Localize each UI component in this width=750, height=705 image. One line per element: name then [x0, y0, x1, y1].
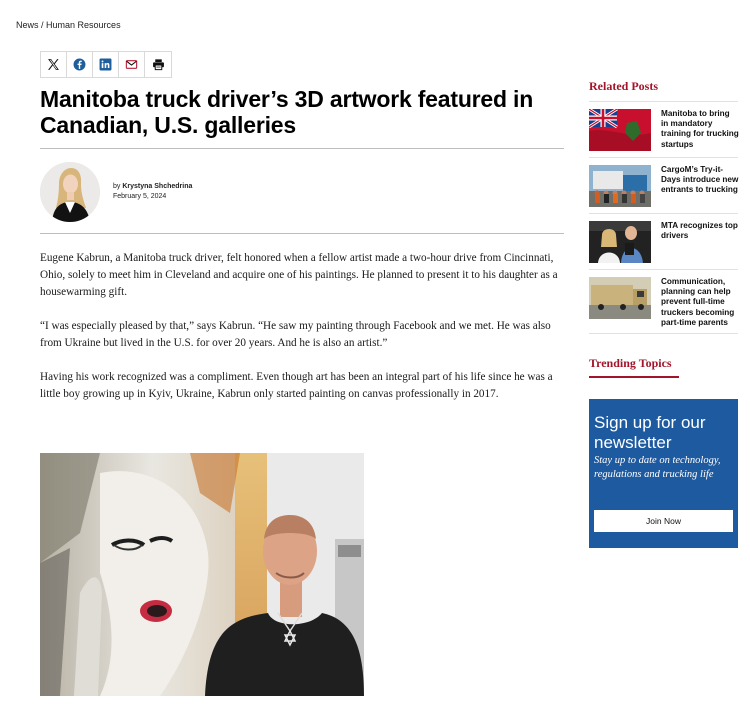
- post-title[interactable]: Manitoba to bring in mandatory training …: [661, 109, 739, 150]
- post-thumbnail: [589, 221, 651, 263]
- post-thumbnail: [589, 165, 651, 207]
- divider: [589, 213, 738, 214]
- linkedin-icon: [99, 58, 112, 71]
- article-paragraph: “I was especially pleased by that,” says…: [40, 320, 551, 349]
- article-paragraph: Eugene Kabrun, a Manitoba truck driver, …: [40, 252, 558, 298]
- newsletter-subtitle: Stay up to date on technology, regulatio…: [594, 455, 721, 480]
- related-post-item[interactable]: Communication, planning can help prevent…: [589, 277, 739, 327]
- publish-date: February 5, 2024: [113, 193, 167, 200]
- author-avatar: [40, 162, 100, 222]
- print-icon: [152, 59, 164, 71]
- mail-icon: [125, 60, 138, 69]
- newsletter-title: Sign up for our newsletter: [594, 413, 706, 452]
- x-icon: [48, 59, 59, 70]
- related-posts-heading: Related Posts: [589, 79, 658, 93]
- related-post-item[interactable]: Manitoba to bring in mandatory training …: [589, 109, 739, 151]
- post-title[interactable]: MTA recognizes top drivers: [661, 221, 739, 241]
- divider: [589, 157, 738, 158]
- divider: [589, 333, 738, 334]
- share-x-button[interactable]: [41, 52, 67, 77]
- post-thumbnail: [589, 277, 651, 319]
- breadcrumb: News / Human Resources: [16, 20, 121, 30]
- article-image: [40, 453, 364, 696]
- newsletter-signup: Sign up for our newsletter Stay up to da…: [589, 399, 738, 548]
- post-thumbnail: [589, 109, 651, 151]
- related-post-item[interactable]: MTA recognizes top drivers: [589, 221, 739, 263]
- article-title: Manitoba truck driver’s 3D artwork featu…: [40, 86, 534, 138]
- breadcrumb-separator: /: [38, 20, 47, 30]
- breadcrumb-link-human-resources[interactable]: Human Resources: [46, 20, 121, 30]
- post-title[interactable]: Communication, planning can help prevent…: [661, 277, 739, 328]
- divider: [40, 148, 564, 149]
- post-title[interactable]: CargoM’s Try-it-Days introduce new entra…: [661, 165, 739, 196]
- divider: [589, 269, 738, 270]
- article-paragraph: Having his work recognized was a complim…: [40, 371, 553, 400]
- related-post-item[interactable]: CargoM’s Try-it-Days introduce new entra…: [589, 165, 739, 207]
- share-email-button[interactable]: [119, 52, 145, 77]
- divider: [40, 233, 564, 234]
- join-now-button[interactable]: Join Now: [594, 510, 733, 532]
- share-print-button[interactable]: [145, 52, 171, 77]
- share-linkedin-button[interactable]: [93, 52, 119, 77]
- share-bar: [40, 51, 172, 78]
- byline: by Krystyna Shchedrina February 5, 2024: [113, 182, 192, 202]
- author-name[interactable]: Krystyna Shchedrina: [122, 183, 192, 190]
- heading-underline: [589, 376, 679, 378]
- divider: [589, 101, 738, 102]
- share-facebook-button[interactable]: [67, 52, 93, 77]
- breadcrumb-link-news[interactable]: News: [16, 20, 39, 30]
- author-prefix: by: [113, 183, 123, 190]
- facebook-icon: [73, 58, 86, 71]
- trending-topics-heading: Trending Topics: [589, 356, 672, 370]
